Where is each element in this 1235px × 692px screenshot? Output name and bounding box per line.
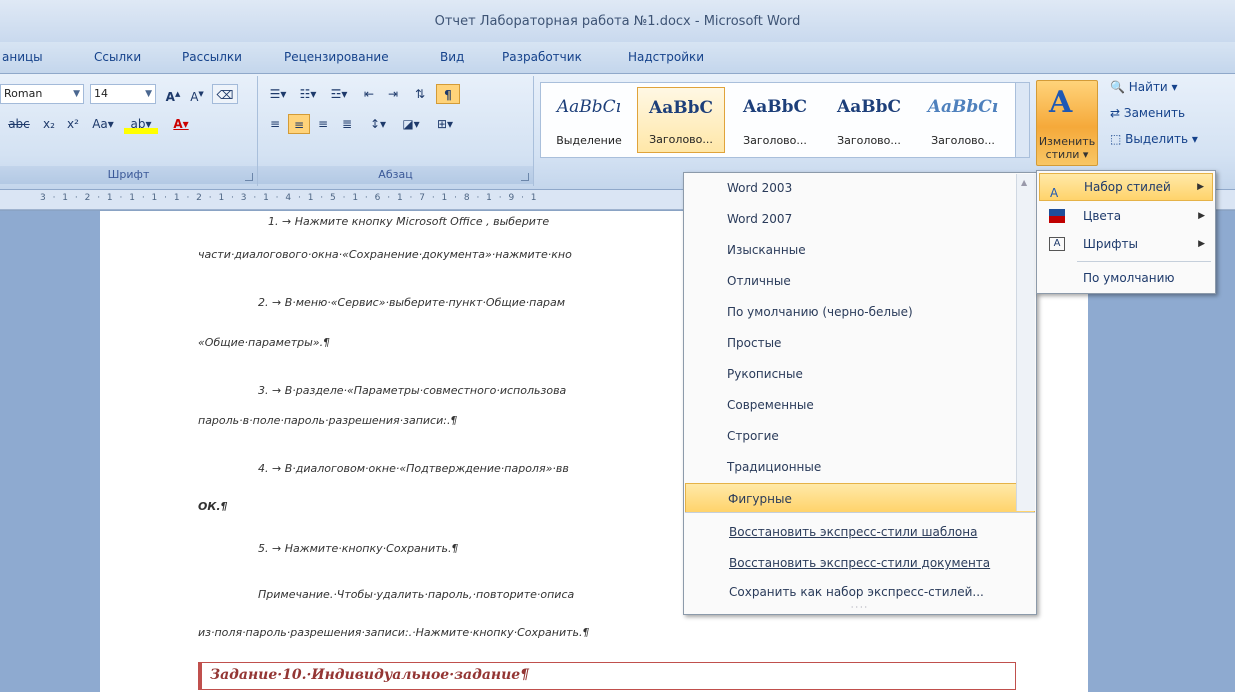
doc-line-11: из·поля·пароль·разрешения·записи:.·Нажми… — [198, 626, 590, 639]
doc-line-4: «Общие·параметры».¶ — [198, 336, 331, 349]
menu-item-manuscript[interactable]: Рукописные — [685, 359, 1015, 389]
line-spacing-icon[interactable]: ↕▾ — [364, 114, 392, 134]
style-heading-1[interactable]: AaBbC Заголово... — [637, 87, 725, 153]
highlight-color-icon[interactable]: ab▾ — [124, 114, 158, 134]
menu-item-fancy[interactable]: Фигурные — [685, 483, 1035, 513]
save-as-style-set[interactable]: Сохранить как набор экспресс-стилей... — [685, 578, 1035, 606]
multilevel-list-icon[interactable]: ☲▾ — [324, 84, 354, 104]
submenu-arrow-icon: ▶ — [1198, 211, 1205, 221]
select-button[interactable]: ⬚ Выделить ▾ — [1110, 132, 1198, 146]
clear-formatting-icon[interactable]: ⌫ — [212, 84, 238, 104]
tab-addins[interactable]: Надстройки — [628, 50, 704, 64]
doc-line-3: 2. → В·меню·«Сервис»·выберите·пункт·Общи… — [258, 296, 566, 309]
submenu-separator — [1077, 261, 1211, 262]
menu-item-elegant[interactable]: Изысканные — [685, 235, 1015, 265]
submenu-default[interactable]: По умолчанию — [1039, 265, 1213, 293]
font-group: Roman ▼ 14 ▼ A▲ A▼ ⌫ abc x₂ x² Aa▾ ab▾ A▾ … — [0, 76, 258, 186]
submenu-arrow-icon: ▶ — [1198, 239, 1205, 249]
menu-separator — [685, 512, 1035, 513]
menu-item-formal[interactable]: Строгие — [685, 421, 1015, 451]
change-styles-menu: A Набор стилей ▶ Цвета ▶ A Шрифты ▶ По у… — [1036, 170, 1216, 294]
paragraph-group: ☰▾ ☷▾ ☲▾ ⇤ ⇥ ⇅ ¶ ≡ ≡ ≡ ≣ ↕▾ ◪▾ ⊞▾ Абзац — [258, 76, 534, 186]
style-set-icon: A — [1050, 186, 1059, 200]
tab-review[interactable]: Рецензирование — [284, 50, 389, 64]
restore-document-styles[interactable]: Восстановить экспресс-стили документа — [685, 549, 1035, 577]
restore-template-styles[interactable]: Восстановить экспресс-стили шаблона — [685, 518, 1035, 546]
shading-icon[interactable]: ◪▾ — [396, 114, 426, 134]
menu-item-traditional[interactable]: Традиционные — [685, 452, 1015, 482]
menu-item-word-2007[interactable]: Word 2007 — [685, 204, 1015, 234]
doc-line-5: 3. → В·разделе·«Параметры·совместного·ис… — [258, 384, 567, 397]
strikethrough-icon[interactable]: abc — [4, 114, 34, 134]
subscript-icon[interactable]: x₂ — [38, 114, 60, 134]
task-heading: Задание·10.·Индивидуальное·задание¶ — [198, 662, 1016, 690]
ribbon-tabs: аницы Ссылки Рассылки Рецензирование Вид… — [0, 42, 1235, 74]
doc-line-2: части·диалогового·окна·«Сохранение·докум… — [198, 248, 572, 261]
tab-developer[interactable]: Разработчик — [502, 50, 582, 64]
font-dialog-launcher-icon[interactable] — [245, 173, 253, 181]
menu-scrollbar[interactable]: ▲ — [1016, 174, 1035, 511]
paragraph-dialog-launcher-icon[interactable] — [521, 173, 529, 181]
font-color-icon[interactable]: A▾ — [164, 114, 198, 134]
font-group-label: Шрифт — [0, 166, 257, 184]
replace-button[interactable]: ⇄ Заменить — [1110, 106, 1185, 120]
doc-line-7: 4. → В·диалоговом·окне·«Подтверждение·па… — [258, 462, 569, 475]
numbering-icon[interactable]: ☷▾ — [294, 84, 322, 104]
show-formatting-icon[interactable]: ¶ — [436, 84, 460, 104]
submenu-arrow-icon: ▶ — [1197, 182, 1204, 192]
quick-styles-gallery: AaBbCı Выделение AaBbC Заголово... AaBbC… — [540, 82, 1030, 158]
menu-item-simple[interactable]: Простые — [685, 328, 1015, 358]
bullets-icon[interactable]: ☰▾ — [264, 84, 292, 104]
paragraph-group-label: Абзац — [258, 166, 533, 184]
align-center-icon[interactable]: ≡ — [288, 114, 310, 134]
submenu-fonts[interactable]: A Шрифты ▶ — [1039, 231, 1213, 259]
menu-item-word-2003[interactable]: Word 2003 — [685, 173, 1015, 203]
superscript-icon[interactable]: x² — [62, 114, 84, 134]
change-case-icon[interactable]: Aa▾ — [86, 114, 120, 134]
style-sets-menu: Word 2003 Word 2007 Изысканные Отличные … — [683, 172, 1037, 615]
doc-line-1: 1. → Нажмите кнопку Microsoft Office , в… — [268, 215, 550, 228]
menu-resize-grip[interactable]: ···· — [684, 603, 1036, 612]
justify-icon[interactable]: ≣ — [336, 114, 358, 134]
submenu-colors[interactable]: Цвета ▶ — [1039, 203, 1213, 231]
style-heading-2[interactable]: AaBbC Заголово... — [731, 87, 819, 153]
change-styles-icon: A — [1049, 85, 1073, 120]
scroll-up-icon[interactable]: ▲ — [1021, 178, 1027, 187]
sort-icon[interactable]: ⇅ — [408, 84, 432, 104]
style-heading-4[interactable]: AaBbCı Заголово... — [919, 87, 1007, 153]
decrease-indent-icon[interactable]: ⇤ — [358, 84, 380, 104]
style-heading-3[interactable]: AaBbC Заголово... — [825, 87, 913, 153]
style-emphasis[interactable]: AaBbCı Выделение — [545, 87, 633, 153]
borders-icon[interactable]: ⊞▾ — [430, 114, 460, 134]
doc-line-10: Примечание.·Чтобы·удалить·пароль,·повтор… — [258, 588, 575, 601]
tab-references[interactable]: Ссылки — [94, 50, 141, 64]
tab-view[interactable]: Вид — [440, 50, 464, 64]
align-left-icon[interactable]: ≡ — [264, 114, 286, 134]
align-right-icon[interactable]: ≡ — [312, 114, 334, 134]
find-button[interactable]: 🔍 Найти ▾ — [1110, 80, 1178, 94]
window-title: Отчет Лабораторная работа №1.docx - Micr… — [434, 14, 801, 29]
menu-item-default-bw[interactable]: По умолчанию (черно-белые) — [685, 297, 1015, 327]
tab-page-layout[interactable]: аницы — [2, 50, 43, 64]
increase-indent-icon[interactable]: ⇥ — [382, 84, 404, 104]
font-size-combo[interactable]: 14 ▼ — [90, 84, 156, 104]
grow-font-icon[interactable]: A▲ — [162, 84, 184, 104]
menu-item-distinctive[interactable]: Отличные — [685, 266, 1015, 296]
doc-line-8: ОК.¶ — [198, 500, 228, 513]
menu-item-modern[interactable]: Современные — [685, 390, 1015, 420]
fonts-icon: A — [1049, 237, 1065, 251]
title-bar: Отчет Лабораторная работа №1.docx - Micr… — [0, 0, 1235, 42]
doc-line-6: пароль·в·поле·пароль·разрешения·записи:.… — [198, 414, 458, 427]
colors-icon — [1049, 209, 1065, 223]
submenu-style-set[interactable]: A Набор стилей ▶ — [1039, 173, 1213, 201]
change-styles-button[interactable]: A Изменить стили ▾ — [1036, 80, 1098, 166]
gallery-scrollbar[interactable] — [1015, 83, 1029, 157]
doc-line-9: 5. → Нажмите·кнопку·Сохранить.¶ — [258, 542, 459, 555]
tab-mailings[interactable]: Рассылки — [182, 50, 242, 64]
font-name-combo[interactable]: Roman ▼ — [0, 84, 84, 104]
shrink-font-icon[interactable]: A▼ — [186, 84, 208, 104]
